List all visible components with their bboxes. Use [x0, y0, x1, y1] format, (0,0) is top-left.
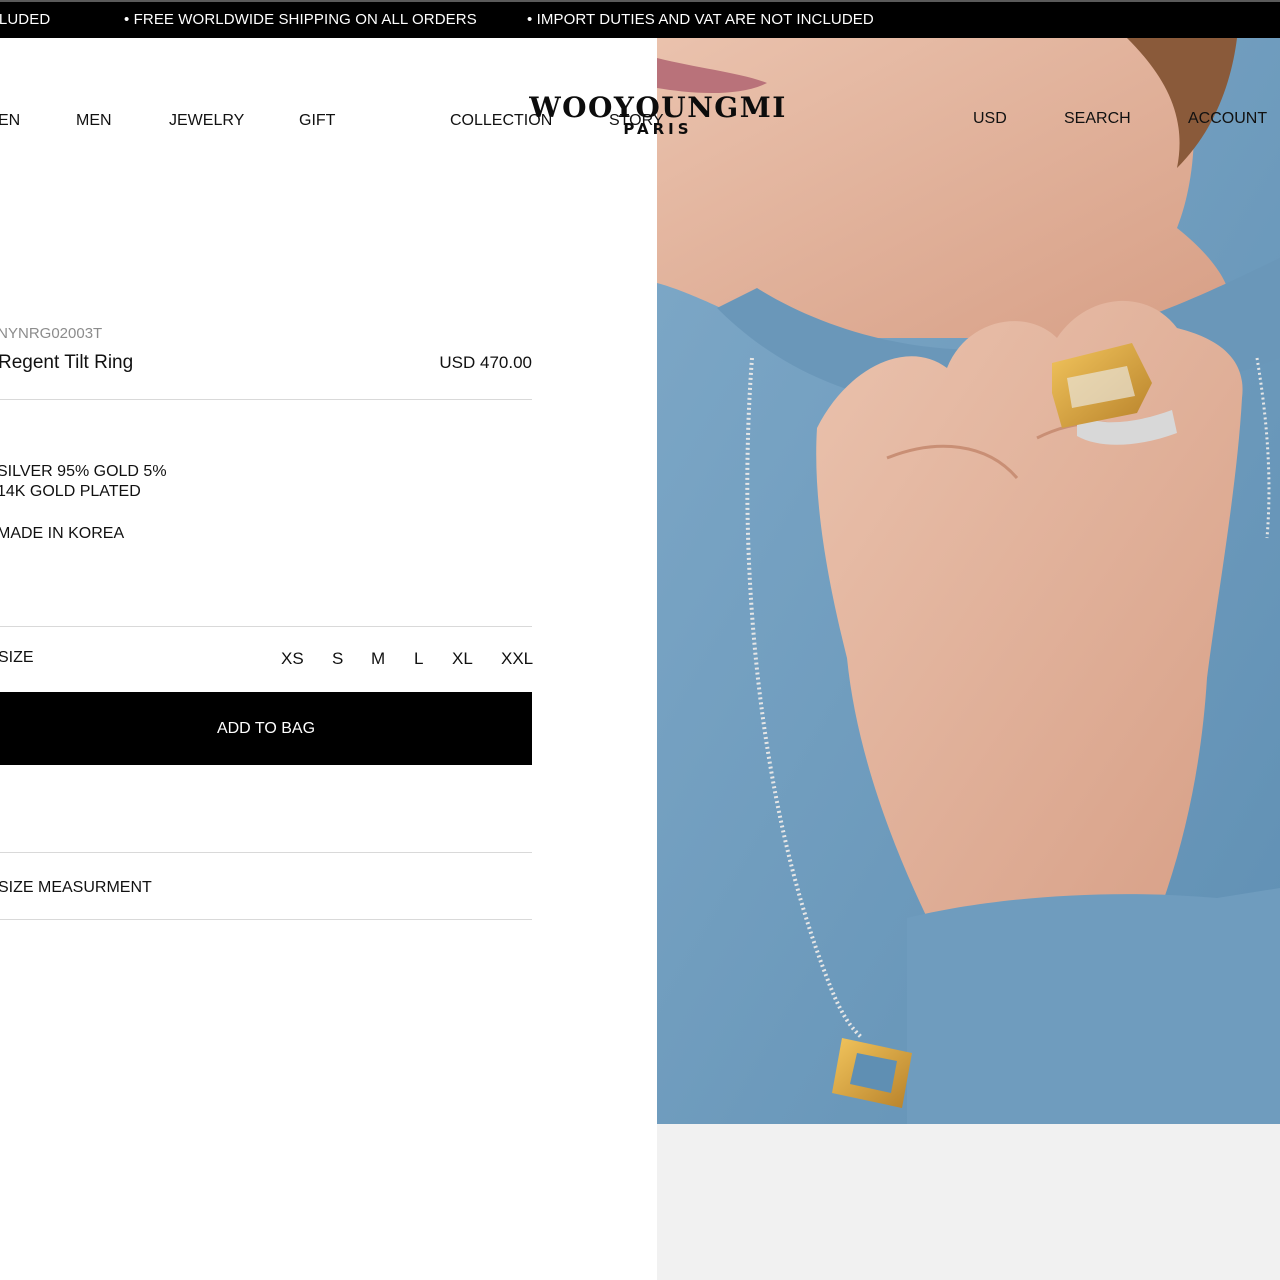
size-option-xs[interactable]: XS: [281, 649, 304, 669]
currency-selector[interactable]: USD: [973, 110, 1007, 128]
divider: [0, 919, 532, 920]
size-option-s[interactable]: S: [332, 649, 343, 669]
image-background-panel: [657, 1124, 1280, 1280]
add-to-bag-button[interactable]: ADD TO BAG: [0, 692, 532, 765]
logo-wordmark: WOOYOUNGMI: [529, 91, 787, 124]
size-label: SIZE: [0, 649, 34, 666]
nav-gift[interactable]: GIFT: [299, 112, 335, 130]
divider: [0, 626, 532, 627]
size-option-xl[interactable]: XL: [452, 649, 473, 669]
size-option-l[interactable]: L: [414, 649, 423, 669]
product-sku: INYNRG02003T: [0, 325, 103, 342]
announcement-message: • IMPORT DUTIES AND VAT ARE NOT INCLUDED: [527, 11, 874, 28]
account-link[interactable]: ACCOUNT: [1188, 110, 1267, 128]
announcement-message: • FREE WORLDWIDE SHIPPING ON ALL ORDERS: [124, 11, 477, 28]
size-option-xxl[interactable]: XXL: [501, 649, 533, 669]
nav-jewelry[interactable]: JEWELRY: [169, 112, 244, 130]
product-photo: [657, 38, 1280, 1124]
announcement-message: CLUDED: [0, 11, 51, 28]
size-option-m[interactable]: M: [371, 649, 385, 669]
brand-logo[interactable]: WOOYOUNGMI PARIS: [526, 91, 790, 138]
divider: [0, 399, 532, 400]
size-measurement-toggle[interactable]: SIZE MEASURMENT: [0, 879, 152, 897]
origin-line: MADE IN KOREA: [0, 525, 125, 542]
announcement-bar: CLUDED • FREE WORLDWIDE SHIPPING ON ALL …: [0, 0, 1280, 38]
material-line: SILVER 95% GOLD 5%: [0, 463, 167, 480]
nav-women[interactable]: EN: [0, 112, 20, 130]
product-name: Regent Tilt Ring: [0, 352, 134, 373]
divider: [0, 852, 532, 853]
nav-men[interactable]: MEN: [76, 112, 112, 130]
product-price: USD 470.00: [439, 353, 532, 372]
material-line: 14K GOLD PLATED: [0, 483, 141, 500]
search-link[interactable]: SEARCH: [1064, 110, 1131, 128]
